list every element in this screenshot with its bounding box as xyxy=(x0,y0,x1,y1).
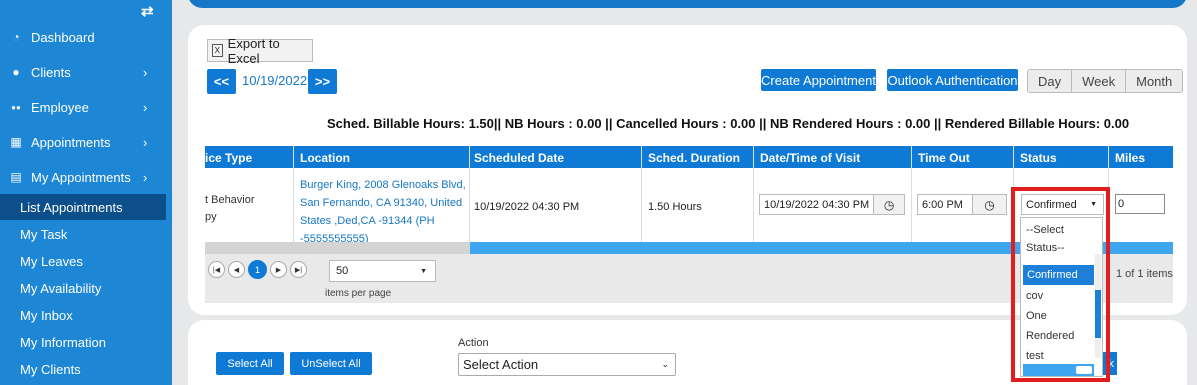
sidebar-subitem-my-information[interactable]: My Information xyxy=(0,329,166,355)
column-header-time-out[interactable]: Time Out xyxy=(918,151,970,165)
pager: |◀ ◀ 1 ▶ ▶| xyxy=(208,260,307,279)
prev-page-button[interactable]: ◀ xyxy=(228,261,245,278)
clock-icon[interactable]: ◷ xyxy=(972,195,1006,214)
column-header-miles[interactable]: Miles xyxy=(1115,151,1145,165)
view-day-button[interactable]: Day xyxy=(1028,70,1073,92)
sidebar-subitem-my-task[interactable]: My Task xyxy=(0,221,166,247)
page-size-select[interactable]: 50 ▼ xyxy=(329,260,436,282)
visit-datetime-input[interactable]: 10/19/2022 04:30 PM ◷ xyxy=(759,194,905,215)
miles-input[interactable]: 0 xyxy=(1115,194,1165,214)
hours-summary: Sched. Billable Hours: 1.50|| NB Hours :… xyxy=(327,116,1130,131)
page-number-button[interactable]: 1 xyxy=(248,260,267,279)
chevron-right-icon: › xyxy=(143,99,148,115)
column-header-duration[interactable]: Sched. Duration xyxy=(648,151,740,165)
sidebar-item-label: My Appointments xyxy=(31,169,131,185)
sidebar-item-label: Appointments xyxy=(31,134,111,150)
sidebar: ⇄ ◔ Dashboard ● Clients › ●● Employee › … xyxy=(0,0,172,385)
location-line: San Fernando, CA 91340, United xyxy=(300,197,463,209)
sidebar-subitem-my-inbox[interactable]: My Inbox xyxy=(0,302,166,328)
top-header-bar xyxy=(188,0,1187,8)
current-date: 10/19/2022 xyxy=(242,73,308,88)
chevron-right-icon: › xyxy=(143,64,148,80)
service-type-line: py xyxy=(205,211,217,223)
column-header-visit-datetime[interactable]: Date/Time of Visit xyxy=(760,151,860,165)
column-header-service-type[interactable]: ice Type xyxy=(205,151,252,165)
last-page-button[interactable]: ▶| xyxy=(290,261,307,278)
sidebar-item-appointments[interactable]: ▦ Appointments › xyxy=(0,127,172,157)
chevron-down-icon: ⌄ xyxy=(661,359,669,369)
action-label: Action xyxy=(458,337,489,349)
time-out-value: 6:00 PM xyxy=(922,198,963,211)
clipboard-icon: ▤ xyxy=(10,170,22,184)
clock-icon[interactable]: ◷ xyxy=(873,195,904,214)
chevron-right-icon: › xyxy=(143,169,148,185)
unselect-all-button[interactable]: UnSelect All xyxy=(290,352,372,375)
create-appointment-button[interactable]: Create Appointment xyxy=(761,69,876,91)
service-type-line: t Behavior xyxy=(205,194,255,206)
export-excel-button[interactable]: X Export to Excel xyxy=(207,36,313,66)
sidebar-item-my-appointments[interactable]: ▤ My Appointments › xyxy=(0,162,172,192)
annotation-highlight-box xyxy=(1011,187,1110,382)
visit-datetime-value: 10/19/2022 04:30 PM xyxy=(764,198,870,211)
sidebar-item-label: Dashboard xyxy=(31,29,95,45)
sidebar-item-clients[interactable]: ● Clients › xyxy=(0,57,172,87)
items-per-page-label: items per page xyxy=(325,288,392,299)
column-header-location[interactable]: Location xyxy=(300,151,350,165)
prev-date-button[interactable]: << xyxy=(207,69,236,94)
location-link[interactable]: Burger King, 2008 Glenoaks Blvd, San Fer… xyxy=(300,176,470,248)
calendar-icon: ▦ xyxy=(10,135,22,149)
sidebar-item-employee[interactable]: ●● Employee › xyxy=(0,92,172,122)
user-icon: ● xyxy=(12,65,20,79)
duration-cell: 1.50 Hours xyxy=(648,201,702,213)
first-page-button[interactable]: |◀ xyxy=(208,261,225,278)
chevron-right-icon: › xyxy=(143,134,148,150)
excel-icon: X xyxy=(212,44,223,57)
location-line: States ,Ded,CA -91344 (PH xyxy=(300,215,435,227)
view-week-button[interactable]: Week xyxy=(1072,70,1127,92)
sidebar-item-label: Clients xyxy=(31,64,71,80)
page-size-value: 50 xyxy=(336,265,349,277)
outlook-authentication-button[interactable]: Outlook Authentication xyxy=(887,69,1018,91)
scheduled-date-cell: 10/19/2022 04:30 PM xyxy=(474,201,580,213)
next-date-button[interactable]: >> xyxy=(308,69,337,94)
sidebar-item-dashboard[interactable]: ◔ Dashboard xyxy=(0,22,172,52)
next-page-button[interactable]: ▶ xyxy=(270,261,287,278)
column-header-scheduled-date[interactable]: Scheduled Date xyxy=(474,151,564,165)
sidebar-item-label: Employee xyxy=(31,99,89,115)
service-type-cell: t Behavior py xyxy=(205,192,255,226)
users-icon: ●● xyxy=(11,102,21,112)
view-month-button[interactable]: Month xyxy=(1126,70,1183,92)
action-select[interactable]: Select Action ⌄ xyxy=(458,353,676,376)
dashboard-icon: ◔ xyxy=(12,30,20,44)
export-excel-label: Export to Excel xyxy=(227,35,280,66)
sidebar-subitem-my-clients[interactable]: My Clients xyxy=(0,356,166,382)
view-switcher: Day Week Month xyxy=(1027,69,1184,93)
collapse-menu-icon[interactable]: ⇄ xyxy=(141,2,154,20)
time-out-input[interactable]: 6:00 PM ◷ xyxy=(917,194,1007,215)
column-header-status[interactable]: Status xyxy=(1020,151,1057,165)
sidebar-subitem-my-leaves[interactable]: My Leaves xyxy=(0,248,166,274)
sidebar-subitem-my-availability[interactable]: My Availability xyxy=(0,275,166,301)
grid-header: ice Type Location Scheduled Date Sched. … xyxy=(205,146,1173,168)
chevron-down-icon: ▼ xyxy=(420,267,427,275)
sidebar-subitem-list-appointments[interactable]: List Appointments xyxy=(0,194,166,220)
location-line: Burger King, 2008 Glenoaks Blvd, xyxy=(300,179,466,191)
item-count: 1 of 1 items xyxy=(1116,268,1173,280)
select-all-button[interactable]: Select All xyxy=(216,352,284,375)
action-select-value: Select Action xyxy=(463,357,539,372)
